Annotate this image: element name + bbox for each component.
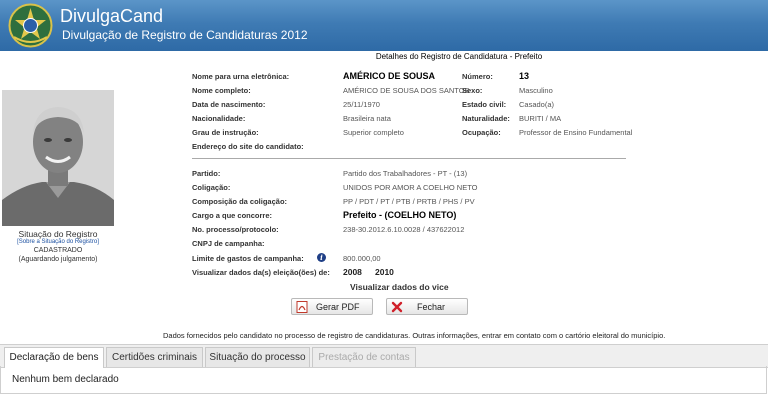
close-button[interactable]: Fechar — [386, 298, 468, 315]
naturality-value: BURITI / MA — [519, 114, 562, 123]
registration-status-note: (Aguardando julgamento) — [18, 256, 98, 263]
close-label: Fechar — [417, 302, 446, 312]
full-name-label: Nome completo: — [192, 86, 251, 95]
website-label: Endereço do site do candidato: — [192, 142, 304, 151]
app-subtitle: Divulgação de Registro de Candidaturas 2… — [62, 28, 308, 42]
coalition-value: UNIDOS POR AMOR A COELHO NETO — [343, 183, 478, 192]
election-year-2008-link[interactable]: 2008 — [343, 267, 362, 277]
tab-bar: Declaração de bens Certidões criminais S… — [0, 344, 768, 368]
office-value: Prefeito - (COELHO NETO) — [343, 210, 457, 220]
civil-status-label: Estado civil: — [462, 100, 507, 109]
section-divider — [192, 158, 626, 159]
occupation-value: Professor de Ensino Fundamental — [519, 128, 633, 137]
view-vice-link[interactable]: Visualizar dados do vice — [350, 282, 449, 292]
education-label: Grau de instrução: — [192, 128, 259, 137]
coalition-label: Coligação: — [192, 183, 231, 192]
coalition-composition-value: PP / PDT / PT / PTB / PRTB / PHS / PV — [343, 197, 475, 206]
coat-of-arms-logo — [8, 3, 53, 48]
civil-status-value: Casado(a) — [519, 100, 555, 109]
spending-limit-value: 800.000,00 — [343, 254, 381, 263]
view-elections-label: Visualizar dados da(s) eleição(ões) de: — [192, 268, 330, 277]
office-label: Cargo a que concorre: — [192, 211, 273, 220]
app-title: DivulgaCand — [60, 6, 164, 26]
process-number-value: 238-30.2012.6.10.0028 / 437622012 — [343, 225, 465, 234]
registration-status-link[interactable]: [Sobre a Situação do Registro] — [0, 239, 116, 245]
footnote-text: Dados fornecidos pelo candidato no proce… — [163, 331, 666, 340]
registration-status-label: Situação do Registro — [18, 229, 98, 239]
tab-process-status[interactable]: Situação do processo — [205, 347, 310, 367]
generate-pdf-button[interactable]: Gerar PDF — [291, 298, 373, 315]
election-year-2010-link[interactable]: 2010 — [375, 267, 394, 277]
party-label: Partido: — [192, 169, 221, 178]
pdf-icon — [296, 301, 308, 313]
page-title: Detalhes do Registro de Candidatura - Pr… — [375, 52, 543, 61]
ballot-name-label: Nome para urna eletrônica: — [192, 72, 290, 81]
app-header: DivulgaCand Divulgação de Registro de Ca… — [0, 0, 768, 51]
tab-content-text: Nenhum bem declarado — [12, 374, 119, 385]
full-name-value: AMÉRICO DE SOUSA DOS SANTOS — [343, 86, 470, 95]
nationality-value: Brasileira nata — [343, 114, 391, 123]
party-value: Partido dos Trabalhadores - PT - (13) — [343, 169, 468, 178]
coalition-composition-label: Composição da coligação: — [192, 197, 288, 206]
spending-limit-label: Limite de gastos de campanha: — [192, 254, 304, 263]
number-label: Número: — [462, 72, 493, 81]
nationality-label: Nacionalidade: — [192, 114, 246, 123]
tab-asset-declaration[interactable]: Declaração de bens — [4, 347, 104, 368]
ballot-name-value: AMÉRICO DE SOUSA — [343, 71, 436, 81]
info-icon[interactable]: i — [317, 253, 326, 262]
sex-label: Sexo: — [462, 86, 483, 95]
occupation-label: Ocupação: — [462, 128, 501, 137]
education-value: Superior completo — [343, 128, 404, 137]
birth-date-value: 25/11/1970 — [343, 100, 380, 109]
tab-accounts: Prestação de contas — [312, 347, 416, 367]
sex-value: Masculino — [519, 86, 553, 95]
tab-criminal-records[interactable]: Certidões criminais — [106, 347, 203, 367]
number-value: 13 — [519, 71, 530, 81]
process-number-label: No. processo/protocolo: — [192, 225, 279, 234]
naturality-label: Naturalidade: — [462, 114, 510, 123]
candidate-photo — [2, 90, 114, 226]
cnpj-label: CNPJ de campanha: — [192, 239, 265, 248]
birth-date-label: Data de nascimento: — [192, 100, 266, 109]
registration-status-value: CADASTRADO — [33, 247, 83, 254]
close-icon — [391, 301, 403, 313]
generate-pdf-label: Gerar PDF — [316, 302, 360, 312]
